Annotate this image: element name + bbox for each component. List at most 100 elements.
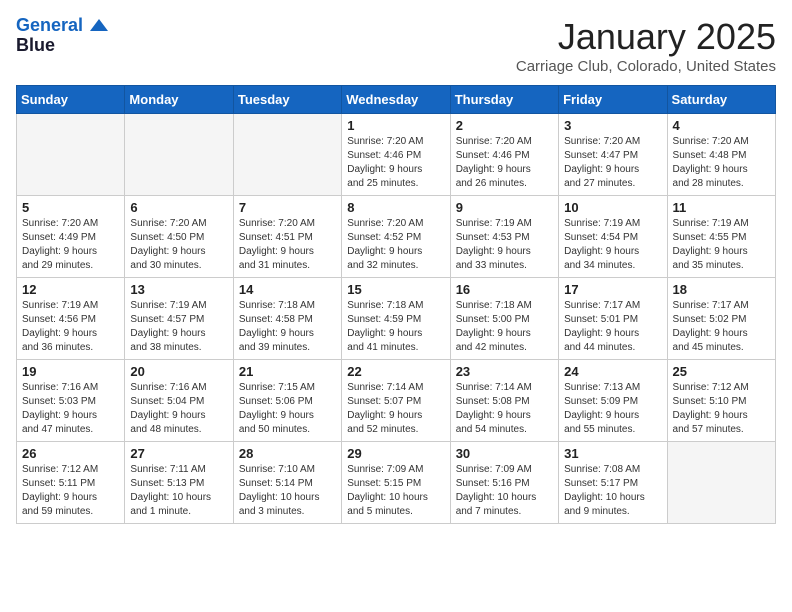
day-info: Sunrise: 7:15 AM Sunset: 5:06 PM Dayligh… [239,381,336,437]
day-info: Sunrise: 7:09 AM Sunset: 5:15 PM Dayligh… [347,463,444,519]
weekday-header-friday: Friday [559,86,667,114]
day-number: 5 [22,200,119,215]
calendar-day-28: 28Sunrise: 7:10 AM Sunset: 5:14 PM Dayli… [233,442,341,524]
logo: General Blue [16,16,108,56]
calendar-day-3: 3 Sunrise: 7:20 AM Sunset: 4:47 PM Daylig… [559,114,667,196]
calendar-day-27: 27 Sunrise: 7:11 AM Sunset: 5:13 PM Dayli… [125,442,233,524]
calendar-day-1: 1Sunrise: 7:20 AM Sunset: 4:46 PM Daylig… [342,114,450,196]
calendar-day-25: 25 Sunrise: 7:12 AM Sunset: 5:10 PM Dayli… [667,360,775,442]
weekday-header-row: SundayMondayTuesdayWednesdayThursdayFrid… [17,86,776,114]
day-info: Sunrise: 7:17 AM Sunset: 5:02 PM Dayligh… [673,299,770,355]
day-number: 2 [456,118,553,133]
day-info: Sunrise: 7:11 AM Sunset: 5:13 PM Dayligh… [130,463,227,519]
calendar-week-row: 5 Sunrise: 7:20 AM Sunset: 4:49 PM Daylig… [17,196,776,278]
day-number: 4 [673,118,770,133]
day-number: 21 [239,364,336,379]
calendar-week-row: 19 Sunrise: 7:16 AM Sunset: 5:03 PM Dayli… [17,360,776,442]
calendar-empty [125,114,233,196]
logo-icon [90,19,108,31]
page-header: General Blue January 2025 Carriage Club,… [16,16,776,75]
calendar-day-14: 14 Sunrise: 7:18 AM Sunset: 4:58 PM Dayli… [233,278,341,360]
day-number: 10 [564,200,661,215]
logo-blue: Blue [16,36,55,56]
day-number: 29 [347,446,444,461]
day-info: Sunrise: 7:18 AM Sunset: 4:58 PM Dayligh… [239,299,336,355]
calendar-empty [667,442,775,524]
day-number: 30 [456,446,553,461]
calendar-day-22: 22Sunrise: 7:14 AM Sunset: 5:07 PM Dayli… [342,360,450,442]
day-info: Sunrise: 7:19 AM Sunset: 4:53 PM Dayligh… [456,217,553,273]
day-number: 23 [456,364,553,379]
calendar-day-6: 6 Sunrise: 7:20 AM Sunset: 4:50 PM Daylig… [125,196,233,278]
calendar-day-21: 21 Sunrise: 7:15 AM Sunset: 5:06 PM Dayli… [233,360,341,442]
logo-text: General [16,16,108,36]
calendar-day-29: 29 Sunrise: 7:09 AM Sunset: 5:15 PM Dayli… [342,442,450,524]
calendar-day-12: 12Sunrise: 7:19 AM Sunset: 4:56 PM Dayli… [17,278,125,360]
day-number: 27 [130,446,227,461]
day-number: 8 [347,200,444,215]
day-info: Sunrise: 7:20 AM Sunset: 4:49 PM Dayligh… [22,217,119,273]
calendar-day-13: 13Sunrise: 7:19 AM Sunset: 4:57 PM Dayli… [125,278,233,360]
calendar-day-26: 26 Sunrise: 7:12 AM Sunset: 5:11 PM Dayli… [17,442,125,524]
weekday-header-thursday: Thursday [450,86,558,114]
day-number: 26 [22,446,119,461]
day-info: Sunrise: 7:19 AM Sunset: 4:57 PM Dayligh… [130,299,227,355]
calendar-day-30: 30 Sunrise: 7:09 AM Sunset: 5:16 PM Dayli… [450,442,558,524]
calendar-day-7: 7Sunrise: 7:20 AM Sunset: 4:51 PM Daylig… [233,196,341,278]
day-info: Sunrise: 7:16 AM Sunset: 5:03 PM Dayligh… [22,381,119,437]
calendar-week-row: 26 Sunrise: 7:12 AM Sunset: 5:11 PM Dayli… [17,442,776,524]
day-number: 15 [347,282,444,297]
day-number: 20 [130,364,227,379]
day-info: Sunrise: 7:09 AM Sunset: 5:16 PM Dayligh… [456,463,553,519]
day-info: Sunrise: 7:18 AM Sunset: 4:59 PM Dayligh… [347,299,444,355]
weekday-header-tuesday: Tuesday [233,86,341,114]
day-info: Sunrise: 7:20 AM Sunset: 4:48 PM Dayligh… [673,135,770,191]
day-info: Sunrise: 7:12 AM Sunset: 5:11 PM Dayligh… [22,463,119,519]
day-info: Sunrise: 7:20 AM Sunset: 4:46 PM Dayligh… [456,135,553,191]
day-info: Sunrise: 7:13 AM Sunset: 5:09 PM Dayligh… [564,381,661,437]
day-number: 25 [673,364,770,379]
day-info: Sunrise: 7:20 AM Sunset: 4:52 PM Dayligh… [347,217,444,273]
weekday-header-saturday: Saturday [667,86,775,114]
day-info: Sunrise: 7:08 AM Sunset: 5:17 PM Dayligh… [564,463,661,519]
day-number: 14 [239,282,336,297]
day-info: Sunrise: 7:19 AM Sunset: 4:55 PM Dayligh… [673,217,770,273]
day-info: Sunrise: 7:12 AM Sunset: 5:10 PM Dayligh… [673,381,770,437]
calendar-day-15: 15 Sunrise: 7:18 AM Sunset: 4:59 PM Dayli… [342,278,450,360]
calendar-day-16: 16 Sunrise: 7:18 AM Sunset: 5:00 PM Dayli… [450,278,558,360]
day-info: Sunrise: 7:20 AM Sunset: 4:46 PM Dayligh… [347,135,444,191]
weekday-header-monday: Monday [125,86,233,114]
day-number: 18 [673,282,770,297]
calendar-day-2: 2 Sunrise: 7:20 AM Sunset: 4:46 PM Daylig… [450,114,558,196]
calendar-day-8: 8 Sunrise: 7:20 AM Sunset: 4:52 PM Daylig… [342,196,450,278]
day-info: Sunrise: 7:18 AM Sunset: 5:00 PM Dayligh… [456,299,553,355]
day-info: Sunrise: 7:14 AM Sunset: 5:08 PM Dayligh… [456,381,553,437]
day-number: 6 [130,200,227,215]
weekday-header-sunday: Sunday [17,86,125,114]
day-info: Sunrise: 7:10 AM Sunset: 5:14 PM Dayligh… [239,463,336,519]
day-number: 17 [564,282,661,297]
day-number: 19 [22,364,119,379]
weekday-header-wednesday: Wednesday [342,86,450,114]
day-number: 11 [673,200,770,215]
calendar-empty [233,114,341,196]
calendar-day-24: 24Sunrise: 7:13 AM Sunset: 5:09 PM Dayli… [559,360,667,442]
day-info: Sunrise: 7:14 AM Sunset: 5:07 PM Dayligh… [347,381,444,437]
day-number: 9 [456,200,553,215]
calendar-week-row: 1Sunrise: 7:20 AM Sunset: 4:46 PM Daylig… [17,114,776,196]
day-info: Sunrise: 7:19 AM Sunset: 4:56 PM Dayligh… [22,299,119,355]
calendar-day-19: 19 Sunrise: 7:16 AM Sunset: 5:03 PM Dayli… [17,360,125,442]
day-info: Sunrise: 7:19 AM Sunset: 4:54 PM Dayligh… [564,217,661,273]
day-info: Sunrise: 7:20 AM Sunset: 4:47 PM Dayligh… [564,135,661,191]
day-info: Sunrise: 7:20 AM Sunset: 4:50 PM Dayligh… [130,217,227,273]
calendar-day-9: 9 Sunrise: 7:19 AM Sunset: 4:53 PM Daylig… [450,196,558,278]
day-number: 31 [564,446,661,461]
day-info: Sunrise: 7:20 AM Sunset: 4:51 PM Dayligh… [239,217,336,273]
day-number: 3 [564,118,661,133]
location-subtitle: Carriage Club, Colorado, United States [516,58,776,75]
calendar-empty [17,114,125,196]
calendar-day-20: 20Sunrise: 7:16 AM Sunset: 5:04 PM Dayli… [125,360,233,442]
calendar-day-18: 18 Sunrise: 7:17 AM Sunset: 5:02 PM Dayli… [667,278,775,360]
day-number: 16 [456,282,553,297]
title-block: January 2025 Carriage Club, Colorado, Un… [516,16,776,75]
